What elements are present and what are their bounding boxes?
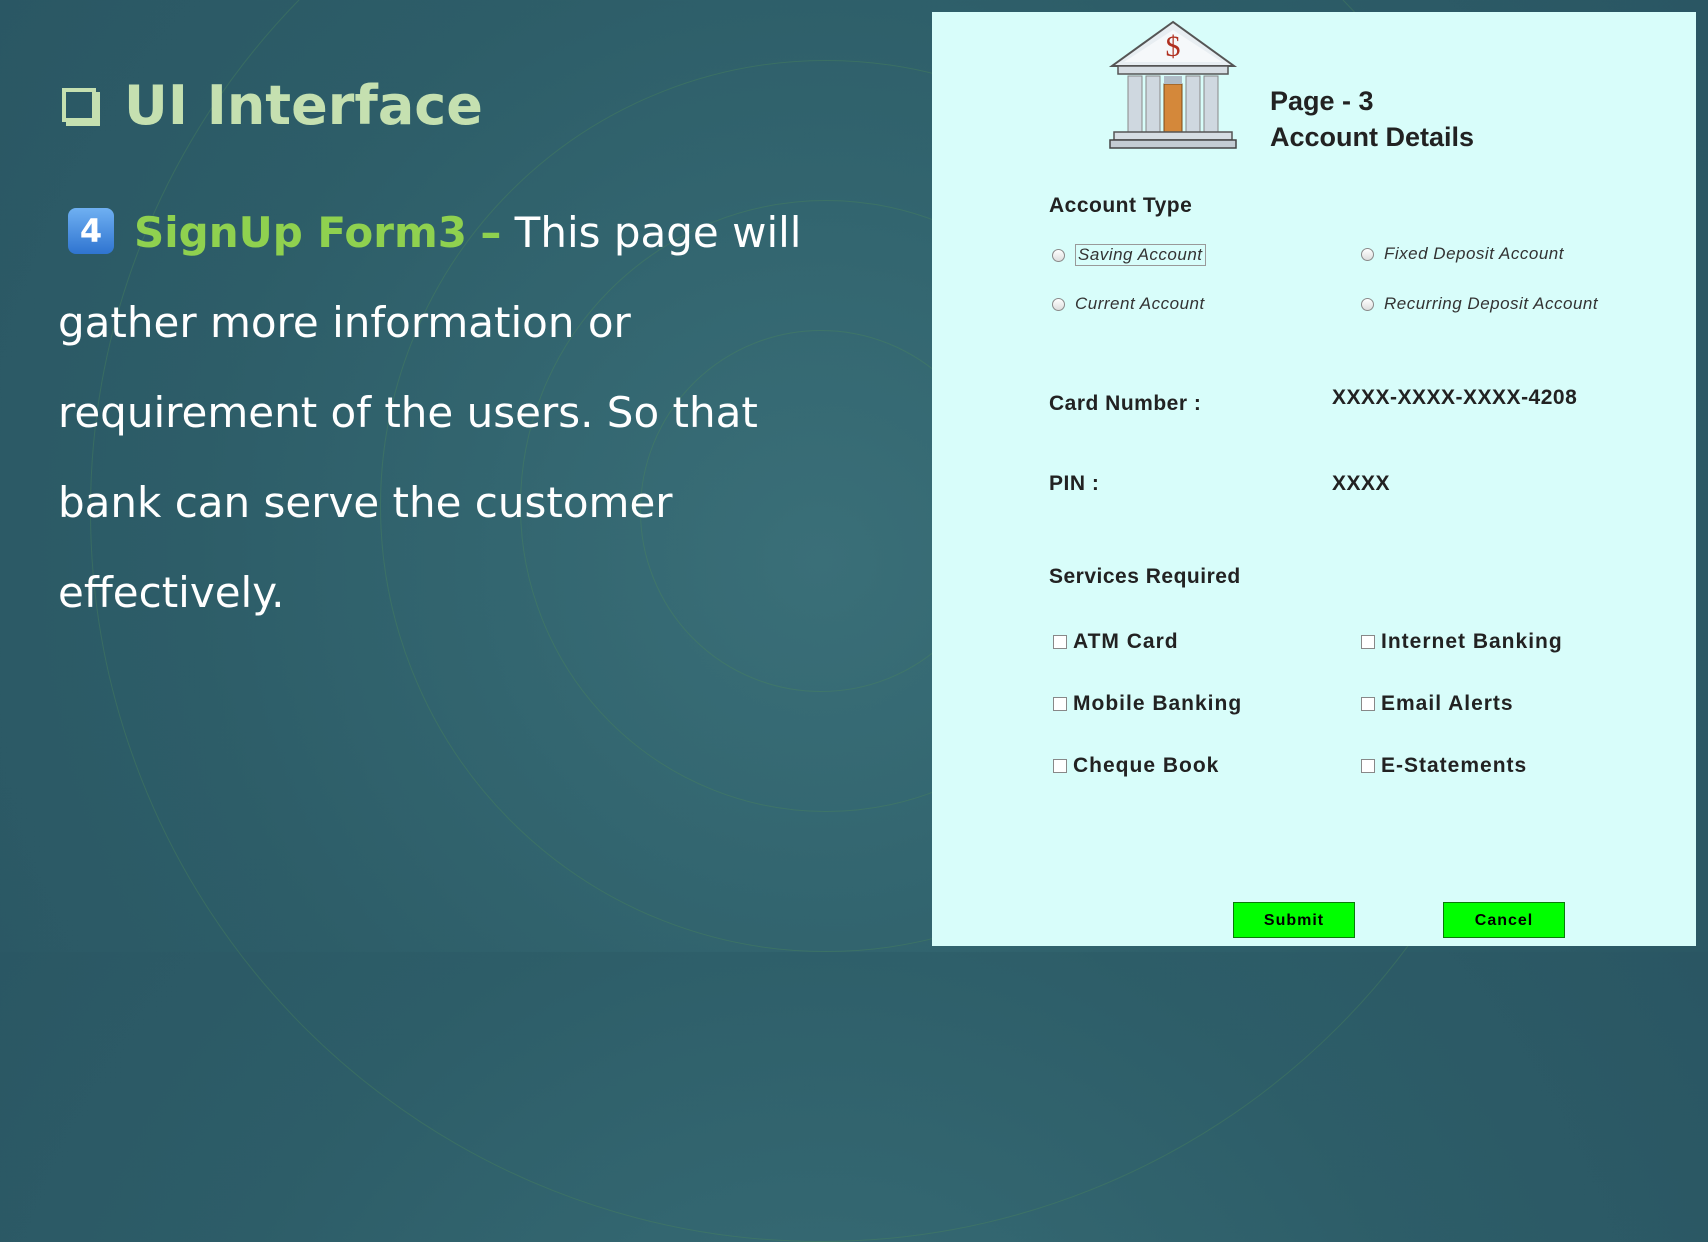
checkbox-label: Email Alerts [1381, 692, 1514, 715]
account-type-label: Account Type [1049, 194, 1193, 217]
radio-label: Fixed Deposit Account [1384, 244, 1564, 263]
pin-value: XXXX [1332, 472, 1391, 495]
cancel-button[interactable]: Cancel [1443, 902, 1565, 938]
radio-label: Current Account [1075, 294, 1205, 313]
radio-circle-icon[interactable] [1361, 247, 1374, 261]
checkbox-icon[interactable] [1361, 759, 1375, 773]
page-number: Page - 3 [1270, 86, 1374, 116]
checkbox-bullet-icon [62, 88, 96, 122]
checkbox-atm-card[interactable]: ATM Card [1053, 630, 1179, 654]
radio-circle-icon[interactable] [1052, 248, 1065, 262]
description-line-4: bank can serve the customer [58, 478, 673, 527]
description-line-3: requirement of the users. So that [58, 388, 758, 437]
submit-button[interactable]: Submit [1233, 902, 1355, 938]
slide-heading-text: UI Interface [124, 73, 483, 137]
bank-icon: $ [1108, 20, 1238, 149]
slide-text-area: UI Interface 4 SignUp Form3 – This page w… [0, 0, 930, 952]
form-name: SignUp Form3 [134, 208, 467, 257]
pin-label: PIN : [1049, 472, 1100, 495]
slide-heading: UI Interface [62, 70, 483, 140]
checkbox-label: ATM Card [1073, 630, 1179, 653]
radio-circle-icon[interactable] [1052, 297, 1065, 311]
checkbox-e-statements[interactable]: E-Statements [1361, 754, 1527, 778]
checkbox-label: Internet Banking [1381, 630, 1563, 653]
checkbox-label: Mobile Banking [1073, 692, 1243, 715]
radio-current-account[interactable]: Current Account [1052, 294, 1205, 314]
page-title: Account Details [1270, 122, 1475, 152]
description-line-1: This page will [514, 208, 802, 257]
signup-form-panel: $ Page - 3 Account Details Account Type … [932, 12, 1696, 946]
checkbox-label: E-Statements [1381, 754, 1528, 777]
keycap-number-icon: 4 [68, 207, 114, 254]
slide-description: 4 SignUp Form3 – This page will gather mo… [58, 188, 858, 638]
description-line-5: effectively. [58, 568, 285, 617]
radio-label: Saving Account [1075, 244, 1206, 266]
checkbox-email-alerts[interactable]: Email Alerts [1361, 692, 1514, 716]
checkbox-mobile-banking[interactable]: Mobile Banking [1053, 692, 1242, 716]
checkbox-icon[interactable] [1053, 697, 1067, 711]
checkbox-icon[interactable] [1053, 759, 1067, 773]
description-line-2: gather more information or [58, 298, 631, 347]
radio-fixed-deposit-account[interactable]: Fixed Deposit Account [1361, 244, 1564, 264]
checkbox-label: Cheque Book [1073, 754, 1220, 777]
dash-separator: – [480, 208, 502, 257]
checkbox-internet-banking[interactable]: Internet Banking [1361, 630, 1563, 654]
svg-text:$: $ [1166, 30, 1181, 63]
checkbox-cheque-book[interactable]: Cheque Book [1053, 754, 1219, 778]
card-number-label: Card Number : [1049, 392, 1202, 415]
checkbox-icon[interactable] [1053, 635, 1067, 649]
radio-circle-icon[interactable] [1361, 297, 1374, 311]
checkbox-icon[interactable] [1361, 635, 1375, 649]
services-required-label: Services Required [1049, 565, 1241, 588]
radio-saving-account[interactable]: Saving Account [1052, 244, 1206, 266]
radio-label: Recurring Deposit Account [1384, 294, 1599, 313]
checkbox-icon[interactable] [1361, 697, 1375, 711]
radio-recurring-deposit-account[interactable]: Recurring Deposit Account [1361, 294, 1598, 314]
card-number-value: XXXX-XXXX-XXXX-4208 [1332, 386, 1578, 409]
